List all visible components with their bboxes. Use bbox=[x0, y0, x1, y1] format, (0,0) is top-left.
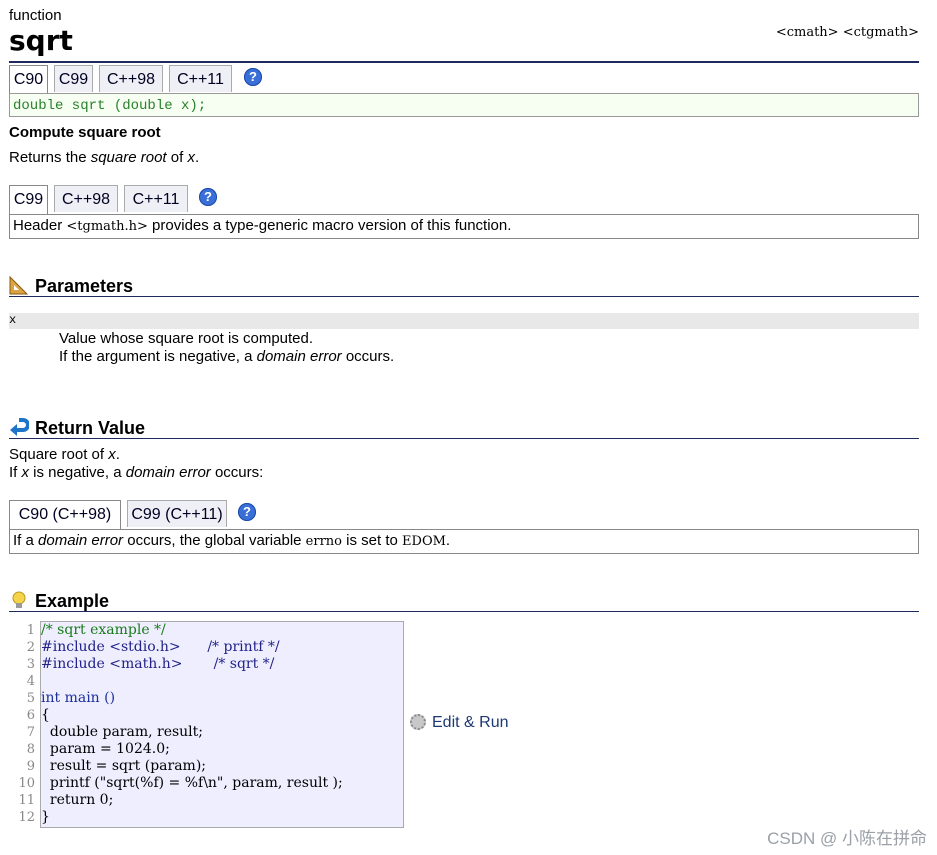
tab-c99-cpp11[interactable]: C99 (C++11) bbox=[127, 500, 227, 527]
text: is negative, a bbox=[29, 464, 126, 481]
tab-cpp11[interactable]: C++11 bbox=[124, 185, 188, 212]
param-desc-line: Value whose square root is computed. bbox=[59, 330, 314, 347]
text: . bbox=[445, 532, 451, 549]
summary-emph: square root bbox=[90, 149, 167, 166]
help-icon[interactable]: ? bbox=[238, 503, 256, 521]
line-numbers: 1 2 3 4 5 6 7 8 9 10 11 12 bbox=[13, 622, 35, 826]
text: occurs: bbox=[210, 464, 264, 481]
text: . bbox=[115, 446, 120, 463]
line-number: 5 bbox=[26, 691, 35, 706]
edit-run-button[interactable]: Edit & Run bbox=[410, 714, 508, 732]
tab-c90-cpp98[interactable]: C90 (C++98) bbox=[9, 500, 121, 530]
tgmath-box: Header <tgmath.h> provides a type-generi… bbox=[9, 214, 919, 239]
return-line: If x is negative, a domain error occurs: bbox=[9, 464, 263, 482]
code-line: param = 1024.0; bbox=[41, 741, 170, 757]
tgmath-header-link[interactable]: <tgmath.h> bbox=[66, 219, 148, 234]
edom-link[interactable]: EDOM bbox=[402, 534, 446, 549]
return-arrow-icon bbox=[10, 418, 29, 436]
line-number: 11 bbox=[18, 793, 35, 808]
tab-c99[interactable]: C99 bbox=[54, 65, 93, 92]
domain-error-link[interactable]: domain error bbox=[38, 532, 123, 549]
line-number: 8 bbox=[26, 742, 35, 757]
param-ref: x bbox=[21, 464, 30, 481]
example-code[interactable]: /* sqrt example */ #include <stdio.h> /*… bbox=[40, 621, 404, 828]
return-heading: Return Value bbox=[9, 417, 145, 439]
param-description: Value whose square root is computed. If … bbox=[59, 330, 394, 366]
entity-kind: function bbox=[9, 7, 62, 24]
tgmath-text: provides a type-generic macro version of… bbox=[147, 217, 512, 234]
return-title: Return Value bbox=[35, 418, 146, 438]
summary-part: Returns the bbox=[9, 149, 91, 166]
prototype-code: double sqrt (double x); bbox=[13, 98, 207, 114]
text: If the argument is negative, a bbox=[59, 348, 257, 365]
watermark: CSDN @ 小陈在拼命 bbox=[767, 829, 927, 848]
help-icon[interactable]: ? bbox=[244, 68, 262, 86]
line-number: 6 bbox=[26, 708, 35, 723]
text: If a bbox=[13, 532, 39, 549]
summary-param: x bbox=[187, 149, 195, 166]
param-name-bar: x bbox=[9, 313, 919, 329]
line-number: 7 bbox=[26, 725, 35, 740]
tab-c90[interactable]: C90 bbox=[9, 65, 48, 95]
summary-text: Returns the square root of x. bbox=[9, 149, 199, 166]
error-box: If a domain error occurs, the global var… bbox=[9, 529, 919, 554]
line-number: 1 bbox=[26, 623, 35, 638]
line-number: 12 bbox=[18, 810, 35, 825]
gear-icon bbox=[410, 714, 426, 730]
header-files[interactable]: <cmath> <ctgmath> bbox=[776, 25, 919, 40]
summary-part: of bbox=[166, 149, 188, 166]
code-line: int main () bbox=[41, 690, 116, 706]
ruler-icon bbox=[9, 275, 29, 295]
tab-cpp11[interactable]: C++11 bbox=[169, 65, 232, 92]
line-number: 3 bbox=[26, 657, 35, 672]
line-number: 4 bbox=[26, 674, 35, 689]
tab-cpp98[interactable]: C++98 bbox=[54, 185, 118, 212]
text: If bbox=[9, 464, 22, 481]
text: Square root of bbox=[9, 446, 109, 463]
errno-link[interactable]: errno bbox=[306, 534, 342, 549]
example-rule bbox=[9, 611, 919, 612]
edit-run-label: Edit & Run bbox=[432, 714, 509, 731]
param-ref: x bbox=[108, 446, 116, 463]
code-line: /* sqrt example */ bbox=[41, 622, 166, 638]
domain-error-link[interactable]: domain error bbox=[126, 464, 211, 481]
code-line: { bbox=[41, 707, 50, 723]
line-number: 9 bbox=[26, 759, 35, 774]
page-title: sqrt bbox=[9, 24, 73, 57]
help-icon[interactable]: ? bbox=[199, 188, 217, 206]
line-number: 10 bbox=[18, 776, 35, 791]
tab-cpp98[interactable]: C++98 bbox=[99, 65, 163, 92]
return-line: Square root of x. bbox=[9, 446, 263, 464]
text: occurs, the global variable bbox=[123, 532, 306, 549]
parameters-title: Parameters bbox=[35, 276, 134, 296]
return-description: Square root of x. If x is negative, a do… bbox=[9, 446, 263, 482]
parameters-rule bbox=[9, 296, 919, 297]
line-number: 2 bbox=[26, 640, 35, 655]
prototype-box: double sqrt (double x); bbox=[9, 93, 919, 117]
code-line: printf ("sqrt(%f) = %f\n", param, result… bbox=[41, 775, 343, 791]
param-name: x bbox=[9, 313, 17, 327]
code-line: return 0; bbox=[41, 792, 114, 808]
return-rule bbox=[9, 438, 919, 439]
param-desc-line: If the argument is negative, a domain er… bbox=[59, 348, 394, 366]
code-line: result = sqrt (param); bbox=[41, 758, 206, 774]
title-rule bbox=[9, 61, 919, 63]
tgmath-text: Header bbox=[13, 217, 67, 234]
code-line: } bbox=[41, 809, 50, 825]
summary-part: . bbox=[194, 149, 200, 166]
code-line: double param, result; bbox=[41, 724, 204, 740]
example-heading: Example bbox=[9, 590, 109, 612]
code-line: #include <stdio.h> /* printf */ bbox=[41, 639, 280, 655]
parameters-heading: Parameters bbox=[9, 275, 133, 297]
text: is set to bbox=[342, 532, 403, 549]
code-line: #include <math.h> /* sqrt */ bbox=[41, 656, 275, 672]
domain-error-link[interactable]: domain error bbox=[257, 348, 342, 365]
lightbulb-icon bbox=[12, 591, 26, 608]
summary-title: Compute square root bbox=[9, 124, 161, 141]
tab-c99[interactable]: C99 bbox=[9, 185, 48, 215]
example-title: Example bbox=[35, 591, 110, 611]
text: occurs. bbox=[341, 348, 395, 365]
